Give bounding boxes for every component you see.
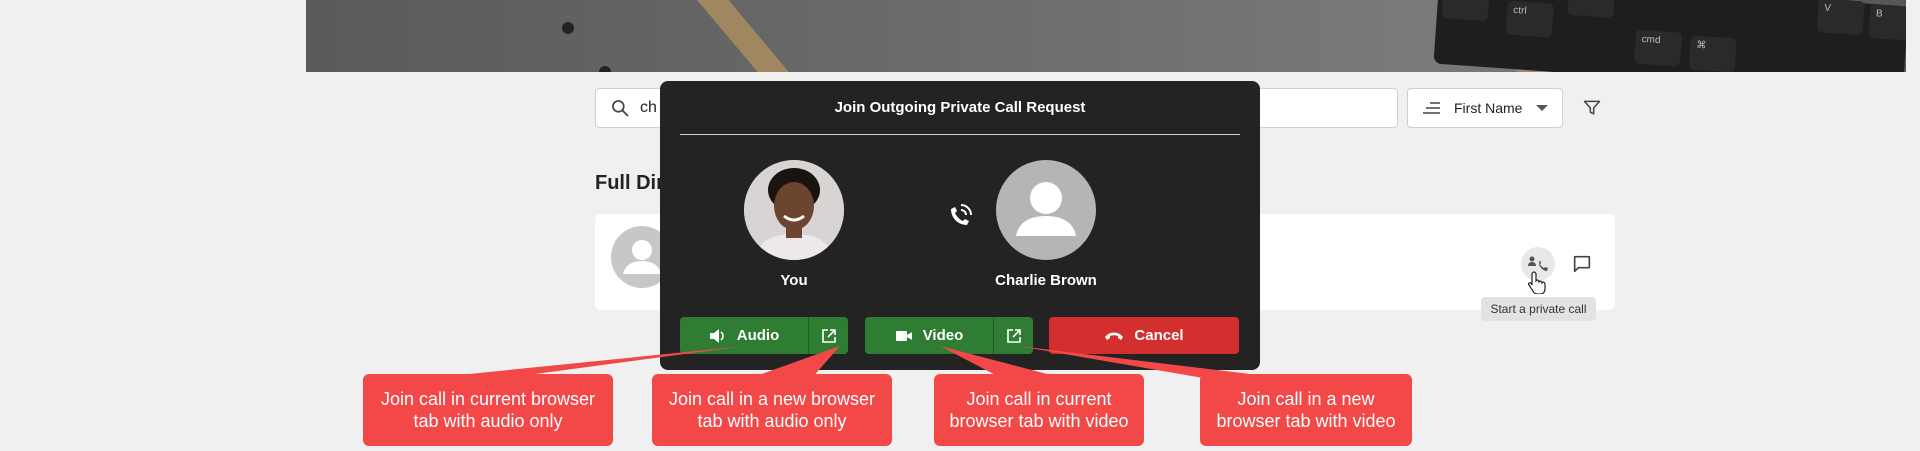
callout-video-new-tab: Join call in a new browser tab with vide…	[1200, 374, 1412, 446]
callout-audio-new-tab: Join call in a new browser tab with audi…	[652, 374, 892, 446]
callout-video-current-tab: Join call in current browser tab with vi…	[934, 374, 1144, 446]
callout-audio-current-tab: Join call in current browser tab with au…	[363, 374, 613, 446]
